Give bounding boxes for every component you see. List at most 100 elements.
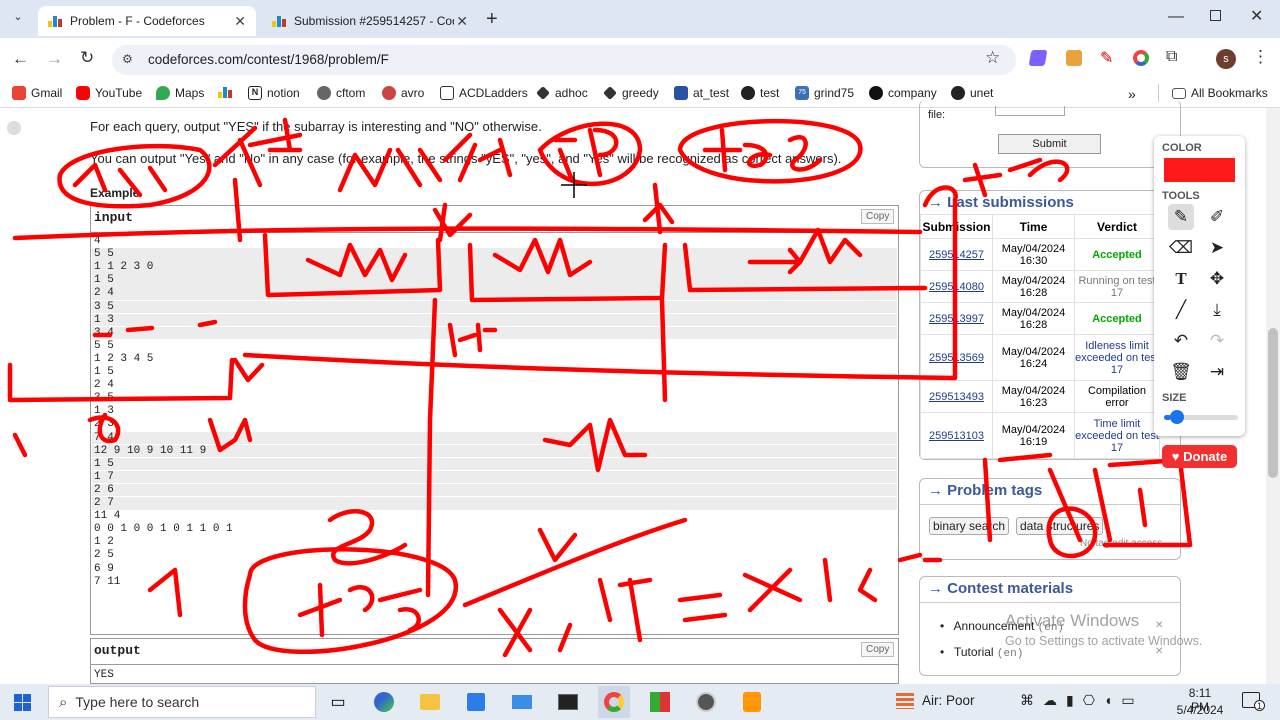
highlighter-tool-icon[interactable]: ✐ (1204, 204, 1230, 230)
donate-button[interactable]: ♥ Donate (1162, 445, 1237, 468)
tab-list-button[interactable]: ⌄ (8, 10, 28, 28)
site-info-icon[interactable]: ⚙ (122, 52, 133, 66)
last-submissions-title: → Last submissions (928, 194, 1074, 211)
clock-app-icon[interactable] (690, 686, 722, 718)
bookmark-youtube[interactable]: YouTube (76, 86, 142, 100)
submission-verdict[interactable]: Running on test 17 (1074, 270, 1160, 303)
no-tag-edit-text: No tag edit access (1080, 538, 1163, 549)
bookmark-greedy[interactable]: greedy (603, 86, 659, 100)
bookmark-at-test[interactable]: at_test (674, 86, 729, 100)
sample-input-line: 2 5 (94, 549, 114, 562)
submit-button[interactable]: Submit (998, 134, 1101, 154)
trash-icon[interactable]: 🗑 (1168, 359, 1194, 385)
profile-avatar[interactable]: s (1216, 49, 1236, 69)
bookmark-cftom[interactable]: cftom (317, 86, 365, 100)
bookmark-avro[interactable]: avro (382, 86, 424, 100)
sample-input-line: 1 7 (92, 470, 897, 484)
submission-verdict[interactable]: Accepted (1074, 238, 1160, 271)
submission-id-link[interactable]: 259514257 (920, 238, 993, 271)
clock-date[interactable]: 5/4/2024 (1176, 703, 1224, 717)
bookmark-maps[interactable]: Maps (156, 86, 204, 100)
mail-icon[interactable] (506, 686, 538, 718)
text-tool-icon[interactable]: T (1168, 266, 1194, 292)
tag-icon (536, 86, 550, 100)
bookmark-adhoc[interactable]: adhoc (536, 86, 588, 100)
system-tray-icons[interactable]: ⌘☁▮⎔◖▭ (1020, 692, 1144, 709)
tag-data-structures[interactable]: data structures (1016, 517, 1104, 535)
bookmark-test[interactable]: test (741, 86, 779, 100)
extension-icon[interactable] (1028, 50, 1048, 66)
submission-verdict[interactable]: Time limit exceeded on test 17 (1074, 412, 1160, 459)
eraser-tool-icon[interactable]: ⌫ (1168, 235, 1194, 261)
tab-problem[interactable]: Problem - F - Codeforces ✕ (38, 6, 256, 36)
extensions-puzzle-icon[interactable]: ⧉ (1166, 48, 1177, 66)
size-slider-thumb[interactable] (1170, 410, 1184, 424)
bookmark-notion[interactable]: Nnotion (248, 86, 300, 100)
forward-icon[interactable]: → (46, 49, 63, 69)
redo-icon[interactable]: ↷ (1204, 328, 1230, 354)
close-window-icon[interactable]: ✕ (1250, 6, 1263, 26)
close-tab-icon[interactable]: ✕ (456, 13, 468, 30)
pen-tool-icon[interactable]: ✎ (1168, 204, 1194, 230)
tab-submission[interactable]: Submission #259514257 - Code ✕ (262, 6, 478, 36)
submission-id-link[interactable]: 259513493 (920, 380, 993, 413)
submission-id-link[interactable]: 259513569 (920, 334, 993, 381)
problem-paragraph-output: For each query, output "YES" if the suba… (90, 119, 542, 134)
copy-input-button[interactable]: Copy (861, 209, 895, 224)
color-swatch[interactable] (1164, 158, 1235, 182)
bookmark-codeforces[interactable] (218, 86, 240, 98)
tag-binary-search[interactable]: binary search (929, 517, 1010, 535)
minimize-icon[interactable]: — (1168, 8, 1184, 26)
extension-icon[interactable] (1133, 50, 1149, 66)
submission-row: 259513997 May/04/2024 16:28 Accepted (920, 302, 1160, 335)
bookmark-unet[interactable]: unet (951, 86, 993, 100)
bookmark-star-icon[interactable]: ☆ (985, 48, 1000, 68)
line-tool-icon[interactable]: ╱ (1168, 297, 1194, 323)
back-icon[interactable]: ← (12, 49, 29, 69)
submission-id-link[interactable]: 259513997 (920, 302, 993, 335)
windows-start-icon[interactable] (6, 686, 38, 718)
file-explorer-icon[interactable] (414, 686, 446, 718)
menu-icon[interactable]: ⋮ (1252, 47, 1269, 67)
terminal-icon[interactable] (552, 686, 584, 718)
move-tool-icon[interactable]: ✥ (1204, 266, 1230, 292)
pointer-tool-icon[interactable]: ➤ (1204, 235, 1230, 261)
exit-icon[interactable]: ⇥ (1204, 359, 1230, 385)
size-slider[interactable] (1164, 410, 1238, 424)
app-icon[interactable] (644, 686, 676, 718)
output-line: YES (94, 669, 114, 681)
undo-icon[interactable]: ↶ (1168, 328, 1194, 354)
material-announcement-close-icon[interactable]: ✕ (1155, 620, 1163, 631)
bookmark-company[interactable]: company (869, 86, 937, 100)
submission-id-link[interactable]: 259513103 (920, 412, 993, 459)
submission-id-link[interactable]: 259514080 (920, 270, 993, 303)
restore-icon[interactable] (1210, 10, 1221, 21)
air-quality-text[interactable]: Air: Poor (922, 693, 975, 708)
taskbar-search-box[interactable]: ⌕ Type here to search (48, 686, 316, 718)
bookmark-gmail[interactable]: Gmail (12, 86, 62, 100)
extension-icon[interactable] (1066, 50, 1082, 66)
chrome-icon[interactable] (598, 686, 630, 718)
new-tab-button[interactable]: + (486, 8, 498, 31)
pen-extension-icon[interactable]: ✎ (1100, 48, 1113, 68)
scroll-top-icon[interactable] (7, 121, 21, 135)
submission-verdict[interactable]: Compilation error (1074, 380, 1160, 413)
close-tab-icon[interactable]: ✕ (234, 13, 246, 30)
folder-icon (1172, 87, 1186, 99)
reload-icon[interactable]: ↻ (80, 48, 94, 68)
bookmark-grind75[interactable]: 75 grind75 (795, 86, 854, 100)
all-bookmarks[interactable]: All Bookmarks (1172, 86, 1268, 100)
bookmark-acdladders[interactable]: ACDLadders (440, 86, 528, 100)
file-input[interactable] (995, 106, 1065, 116)
copy-output-button[interactable]: Copy (861, 642, 895, 657)
store-icon[interactable] (460, 686, 492, 718)
scrollbar-thumb[interactable] (1268, 328, 1278, 478)
task-view-icon[interactable]: ▭ (322, 686, 354, 718)
submission-verdict[interactable]: Idleness limit exceeded on test 17 (1074, 334, 1160, 381)
download-icon[interactable]: ⤓ (1204, 297, 1230, 323)
edge-icon[interactable] (368, 686, 400, 718)
arrow-icon: → (928, 194, 948, 211)
address-bar[interactable]: codeforces.com/contest/1968/problem/F (112, 45, 1016, 75)
sublime-icon[interactable] (736, 686, 768, 718)
submission-verdict[interactable]: Accepted (1074, 302, 1160, 335)
